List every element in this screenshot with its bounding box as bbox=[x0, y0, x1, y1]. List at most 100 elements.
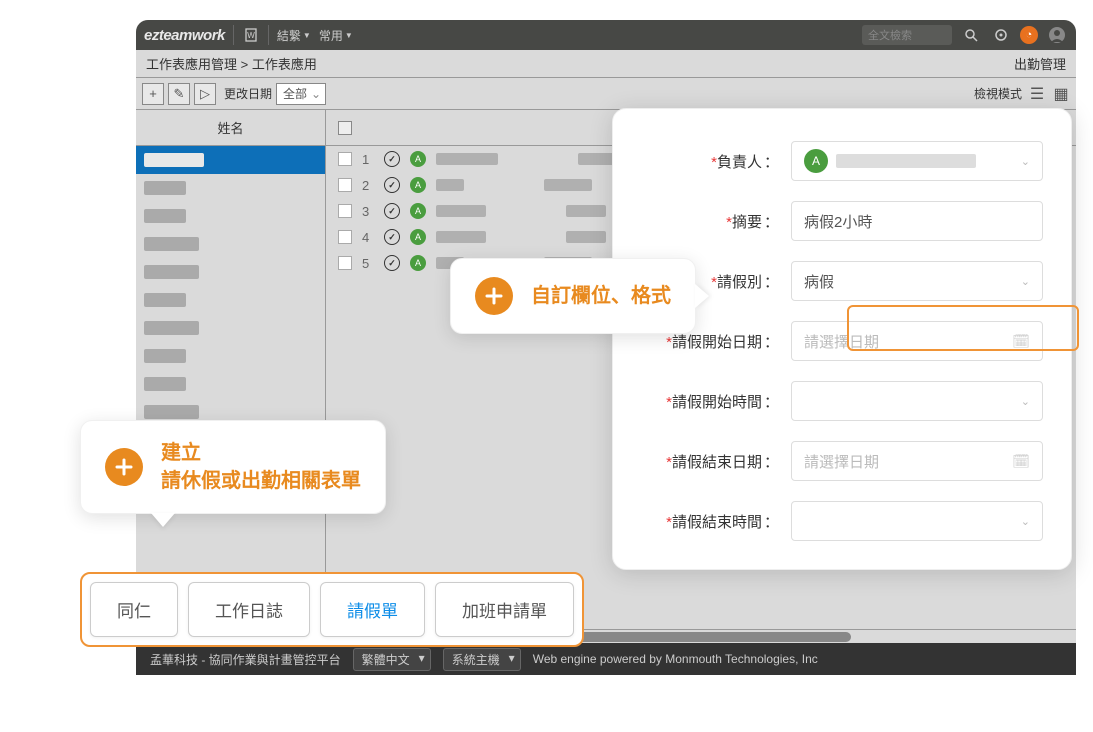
placeholder-text: 請選擇日期 bbox=[804, 331, 879, 352]
date-filter-select[interactable]: 全部 bbox=[276, 83, 326, 105]
start-date-input[interactable]: 請選擇日期🗓 bbox=[791, 321, 1043, 361]
select-value: 系統主機 bbox=[452, 653, 500, 667]
row-checkbox[interactable] bbox=[338, 152, 352, 166]
name-placeholder bbox=[144, 209, 186, 223]
breadcrumb[interactable]: 工作表應用管理 > 工作表應用 bbox=[146, 54, 317, 73]
sidebar-item[interactable] bbox=[136, 314, 325, 342]
sidebar-header: 姓名 bbox=[136, 110, 325, 146]
summary-input[interactable]: 病假2小時 bbox=[791, 201, 1043, 241]
callout-create-form: 建立請休假或出勤相關表單 bbox=[80, 420, 386, 514]
name-placeholder bbox=[144, 321, 199, 335]
tab-3[interactable]: 加班申請單 bbox=[435, 582, 574, 637]
name-placeholder bbox=[144, 181, 186, 195]
start-time-select[interactable]: ⌄ bbox=[791, 381, 1043, 421]
tab-0[interactable]: 同仁 bbox=[90, 582, 178, 637]
end-date-input[interactable]: 請選擇日期 🗓 bbox=[791, 441, 1043, 481]
sidebar-item[interactable] bbox=[136, 370, 325, 398]
name-placeholder bbox=[144, 265, 199, 279]
cell-placeholder bbox=[436, 231, 486, 243]
sidebar-item[interactable] bbox=[136, 230, 325, 258]
person-icon: A bbox=[410, 177, 426, 193]
status-icon bbox=[384, 229, 400, 245]
cell-placeholder bbox=[544, 179, 592, 191]
leave-type-select[interactable]: 病假⌄ bbox=[791, 261, 1043, 301]
name-placeholder bbox=[144, 349, 186, 363]
bell-icon[interactable]: ◔ bbox=[1020, 26, 1038, 44]
play-button[interactable]: ▷ bbox=[194, 83, 216, 105]
sidebar-item[interactable] bbox=[136, 286, 325, 314]
chevron-down-icon: ⌄ bbox=[1021, 155, 1030, 168]
sidebar-item[interactable] bbox=[136, 202, 325, 230]
menu-label: 結繫 bbox=[277, 27, 301, 44]
row-checkbox[interactable] bbox=[338, 204, 352, 218]
sidebar-item[interactable] bbox=[136, 174, 325, 202]
status-icon bbox=[384, 177, 400, 193]
row-number: 3 bbox=[362, 204, 374, 219]
menu-label: 常用 bbox=[319, 27, 343, 44]
field-label-end-date: *請假結束日期： bbox=[641, 451, 791, 472]
field-label-start-time: *請假開始時間： bbox=[641, 391, 791, 412]
name-placeholder bbox=[144, 237, 199, 251]
divider bbox=[233, 25, 234, 45]
sidebar-item[interactable] bbox=[136, 342, 325, 370]
search-icon[interactable] bbox=[960, 24, 982, 46]
footer: 孟華科技 - 協同作業與計畫管控平台 繁體中文 系統主機 Web engine … bbox=[136, 643, 1076, 675]
edit-button[interactable]: ✎ bbox=[168, 83, 190, 105]
select-value: 病假 bbox=[804, 271, 834, 292]
sidebar-item[interactable] bbox=[136, 146, 325, 174]
page-section: 出勤管理 bbox=[1014, 54, 1066, 73]
input-value: 病假2小時 bbox=[804, 211, 872, 232]
view-mode-label: 檢視模式 bbox=[974, 85, 1022, 102]
calendar-icon: 🗓 bbox=[1012, 453, 1030, 470]
change-date-label: 更改日期 bbox=[224, 85, 272, 102]
person-icon: A bbox=[410, 203, 426, 219]
chevron-down-icon: ⌄ bbox=[1021, 395, 1030, 408]
list-view-icon[interactable]: ☰ bbox=[1028, 85, 1046, 103]
name-placeholder bbox=[144, 405, 199, 419]
owner-select[interactable]: A ⌄ bbox=[791, 141, 1043, 181]
row-checkbox[interactable] bbox=[338, 256, 352, 270]
sidebar: 姓名 bbox=[136, 110, 326, 643]
row-checkbox[interactable] bbox=[338, 230, 352, 244]
chevron-down-icon: ⌄ bbox=[1021, 515, 1030, 528]
row-number: 4 bbox=[362, 230, 374, 245]
end-time-select[interactable]: ⌄ bbox=[791, 501, 1043, 541]
grid-view-icon[interactable]: ▦ bbox=[1052, 85, 1070, 103]
plus-icon bbox=[475, 277, 513, 315]
tab-1[interactable]: 工作日誌 bbox=[188, 582, 310, 637]
cell-placeholder bbox=[436, 153, 498, 165]
language-select[interactable]: 繁體中文 bbox=[353, 648, 431, 671]
cell-placeholder bbox=[566, 231, 606, 243]
gear-icon[interactable] bbox=[990, 24, 1012, 46]
owner-name bbox=[836, 154, 976, 168]
person-icon: A bbox=[410, 151, 426, 167]
select-all-checkbox[interactable] bbox=[338, 121, 352, 135]
tab-2[interactable]: 請假單 bbox=[320, 582, 425, 637]
person-icon: A bbox=[410, 229, 426, 245]
menu-common[interactable]: 常用▼ bbox=[319, 27, 353, 44]
name-placeholder bbox=[144, 293, 186, 307]
host-select[interactable]: 系統主機 bbox=[443, 648, 521, 671]
person-icon: A bbox=[410, 255, 426, 271]
search-placeholder: 全文檢索 bbox=[868, 27, 912, 43]
callout-text: 建立請休假或出勤相關表單 bbox=[161, 439, 361, 495]
status-icon bbox=[384, 203, 400, 219]
placeholder-text: 請選擇日期 bbox=[804, 451, 879, 472]
row-number: 5 bbox=[362, 256, 374, 271]
user-icon[interactable] bbox=[1046, 24, 1068, 46]
person-icon: A bbox=[804, 149, 828, 173]
add-button[interactable]: + bbox=[142, 83, 164, 105]
name-placeholder bbox=[144, 153, 204, 167]
row-checkbox[interactable] bbox=[338, 178, 352, 192]
cell-placeholder bbox=[566, 205, 606, 217]
select-value: 繁體中文 bbox=[362, 653, 410, 667]
brand-logo: ezteamwork bbox=[144, 27, 225, 44]
doc-icon[interactable]: W bbox=[242, 26, 260, 44]
field-label-owner: *負責人： bbox=[641, 151, 791, 172]
divider bbox=[268, 25, 269, 45]
toolbar: + ✎ ▷ 更改日期 全部 檢視模式 ☰ ▦ bbox=[136, 78, 1076, 110]
menu-link[interactable]: 結繫▼ bbox=[277, 27, 311, 44]
global-search[interactable]: 全文檢索 bbox=[862, 25, 952, 45]
sidebar-item[interactable] bbox=[136, 258, 325, 286]
field-label-end-time: *請假結束時間： bbox=[641, 511, 791, 532]
